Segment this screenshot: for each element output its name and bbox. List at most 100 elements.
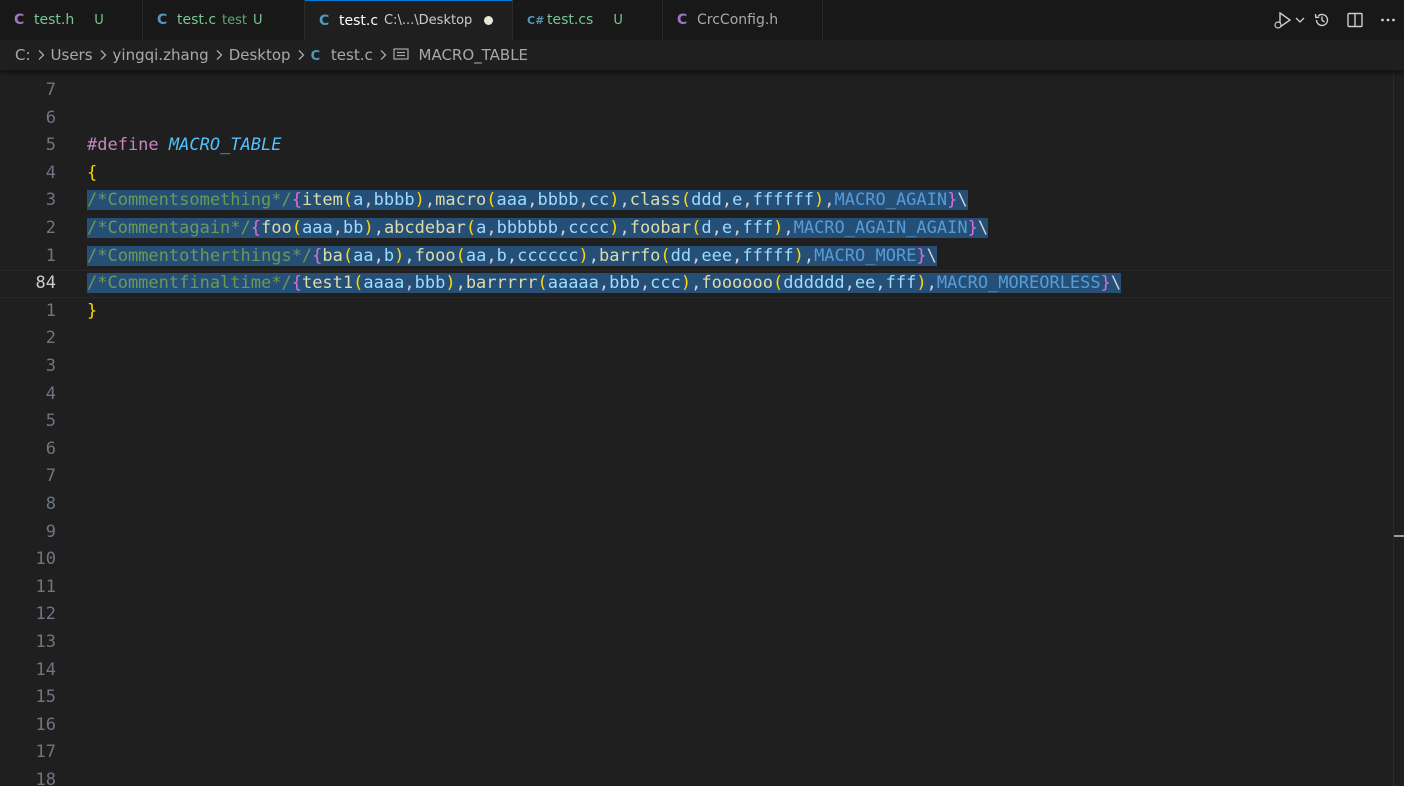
code-editor[interactable]: 7 6 5 #define MACRO_TABLE 4{3/*Commentsometh… [0, 70, 1394, 786]
code-line[interactable]: 14 [0, 657, 1394, 685]
code-line[interactable]: 17 [0, 739, 1394, 767]
git-status-badge: U [613, 12, 623, 28]
code-line[interactable]: 9 [0, 519, 1394, 547]
breadcrumb-users[interactable]: Users [51, 46, 93, 64]
code-line[interactable]: 7 [0, 77, 1394, 105]
run-debug-icon [1273, 11, 1291, 29]
tab-description: C:\...\Desktop [384, 13, 473, 28]
split-editor-button[interactable] [1338, 0, 1371, 40]
code-line[interactable]: 18 [0, 767, 1394, 786]
code-line[interactable]: 16 [0, 712, 1394, 740]
code-token: ( [342, 245, 354, 266]
tab-list: Ctest.h U Ctest.c test U Ctest.c C:\...\Deskto… [0, 0, 823, 40]
chevron-down-icon[interactable] [1295, 16, 1305, 24]
code-line[interactable]: 5 [0, 408, 1394, 436]
code-token: , [527, 190, 538, 211]
code-token: , [332, 218, 343, 238]
unsaved-dot-icon[interactable] [484, 16, 494, 25]
code-line[interactable]: 13 [0, 629, 1394, 657]
code-line[interactable]: 1} [0, 298, 1394, 326]
code-line[interactable]: 15 [0, 684, 1394, 712]
code-line[interactable]: 1/*Commentotherthings*/{ba(aa,b),fooo(aa… [0, 243, 1394, 271]
line-number: 15 [35, 687, 56, 708]
selection-highlight: /*Commentagain*/{foo(aaa,bb),abcdebar(a,… [87, 218, 989, 238]
breadcrumb-symbol[interactable]: MACRO_TABLE [393, 46, 528, 64]
code-line[interactable]: 2 /*Commentagain*/{foo(aaa,bb),abcdebar(a… [0, 215, 1394, 243]
code-token: } [87, 300, 98, 321]
vertical-scrollbar[interactable] [1393, 70, 1404, 786]
code-token: bbbbbb [496, 218, 558, 238]
line-number: 14 [35, 659, 56, 680]
more-actions-button[interactable] [1371, 0, 1404, 40]
code-token: d [701, 218, 712, 238]
code-token: , [732, 245, 743, 266]
code-line[interactable]: 6 [0, 105, 1394, 133]
code-line[interactable]: 4{ [0, 160, 1394, 188]
code-token: aa [465, 245, 487, 266]
code-line[interactable]: 8 [0, 491, 1394, 519]
code-token: ( [691, 218, 702, 238]
code-token: a [353, 190, 364, 211]
run-debug-button[interactable] [1272, 0, 1305, 40]
code-line[interactable]: 3/*Commentsomething*/{item(a,bbbb),macro… [0, 187, 1394, 215]
breadcrumb-file[interactable]: C test.c [311, 46, 373, 64]
line-number: 4 [45, 162, 56, 183]
code-token: , [742, 190, 753, 211]
timeline-button[interactable] [1305, 0, 1338, 40]
code-line[interactable]: 2 [0, 325, 1394, 353]
code-token: bbbb [537, 190, 579, 211]
code-token: ) [916, 273, 927, 294]
code-token: MACRO_MORE [814, 245, 917, 266]
code-token: , [588, 245, 599, 266]
code-token: , [844, 273, 855, 294]
code-line[interactable]: 12 [0, 601, 1394, 629]
breadcrumb-user-folder[interactable]: yingqi.zhang [113, 46, 209, 64]
file-type-icon: C [157, 12, 168, 28]
chevron-right-icon [215, 49, 223, 61]
code-token: , [926, 273, 937, 294]
tab-label: CrcConfig.h [697, 12, 779, 28]
line-number: 1 [45, 245, 56, 266]
tab-test-h[interactable]: Ctest.h U [0, 0, 143, 40]
code-token: , [558, 218, 569, 238]
code-line[interactable]: 6 [0, 436, 1394, 464]
code-line[interactable]: 5 #define MACRO_TABLE [0, 132, 1394, 160]
code-token: ) [445, 273, 456, 294]
code-token: , [619, 218, 630, 238]
code-line[interactable]: 10 [0, 546, 1394, 574]
code-token: , [598, 273, 610, 294]
code-text: /*Commentsomething*/{item(a,bbbb),macro(… [87, 187, 968, 215]
line-number: 5 [45, 411, 56, 432]
line-number: 2 [45, 218, 56, 238]
code-token: ) [609, 190, 620, 211]
code-token: bb [342, 218, 364, 238]
code-token: , [506, 245, 518, 266]
code-text: /*Commentotherthings*/{ba(aa,b),fooo(aa,… [87, 243, 937, 271]
tab-test-c-active[interactable]: Ctest.c C:\...\Desktop [305, 0, 513, 40]
code-line[interactable]: 4 [0, 381, 1394, 409]
line-number: 5 [45, 135, 56, 156]
token-group: { [87, 163, 97, 183]
code-token: cccc [568, 218, 610, 238]
code-token: , [373, 245, 384, 266]
code-token: /*Commentotherthings*/ [87, 245, 313, 266]
code-line[interactable]: 7 [0, 463, 1394, 491]
tab-test-c[interactable]: Ctest.c test U [143, 0, 305, 40]
code-token: macro [435, 190, 487, 211]
code-line[interactable]: 3 [0, 353, 1394, 381]
breadcrumb-desktop[interactable]: Desktop [229, 46, 291, 64]
line-number: 17 [35, 742, 56, 763]
code-token: b [496, 245, 507, 266]
code-token: ) [363, 218, 374, 238]
code-token: , [783, 218, 794, 238]
code-line[interactable]: 11 [0, 574, 1394, 602]
code-token: ) [814, 190, 825, 211]
tab-test-cs[interactable]: C# test.cs U [513, 0, 663, 40]
breadcrumb-drive[interactable]: C: [15, 46, 31, 64]
tab-crcconfig-h[interactable]: C CrcConfig.h [663, 0, 823, 40]
code-line[interactable]: 84/*Commentfinaltime*/{test1(aaaa,bbb),b… [0, 270, 1394, 298]
code-token: ( [660, 245, 671, 266]
history-icon [1314, 13, 1328, 27]
code-token: , [824, 190, 835, 211]
code-token: dd [670, 245, 692, 266]
